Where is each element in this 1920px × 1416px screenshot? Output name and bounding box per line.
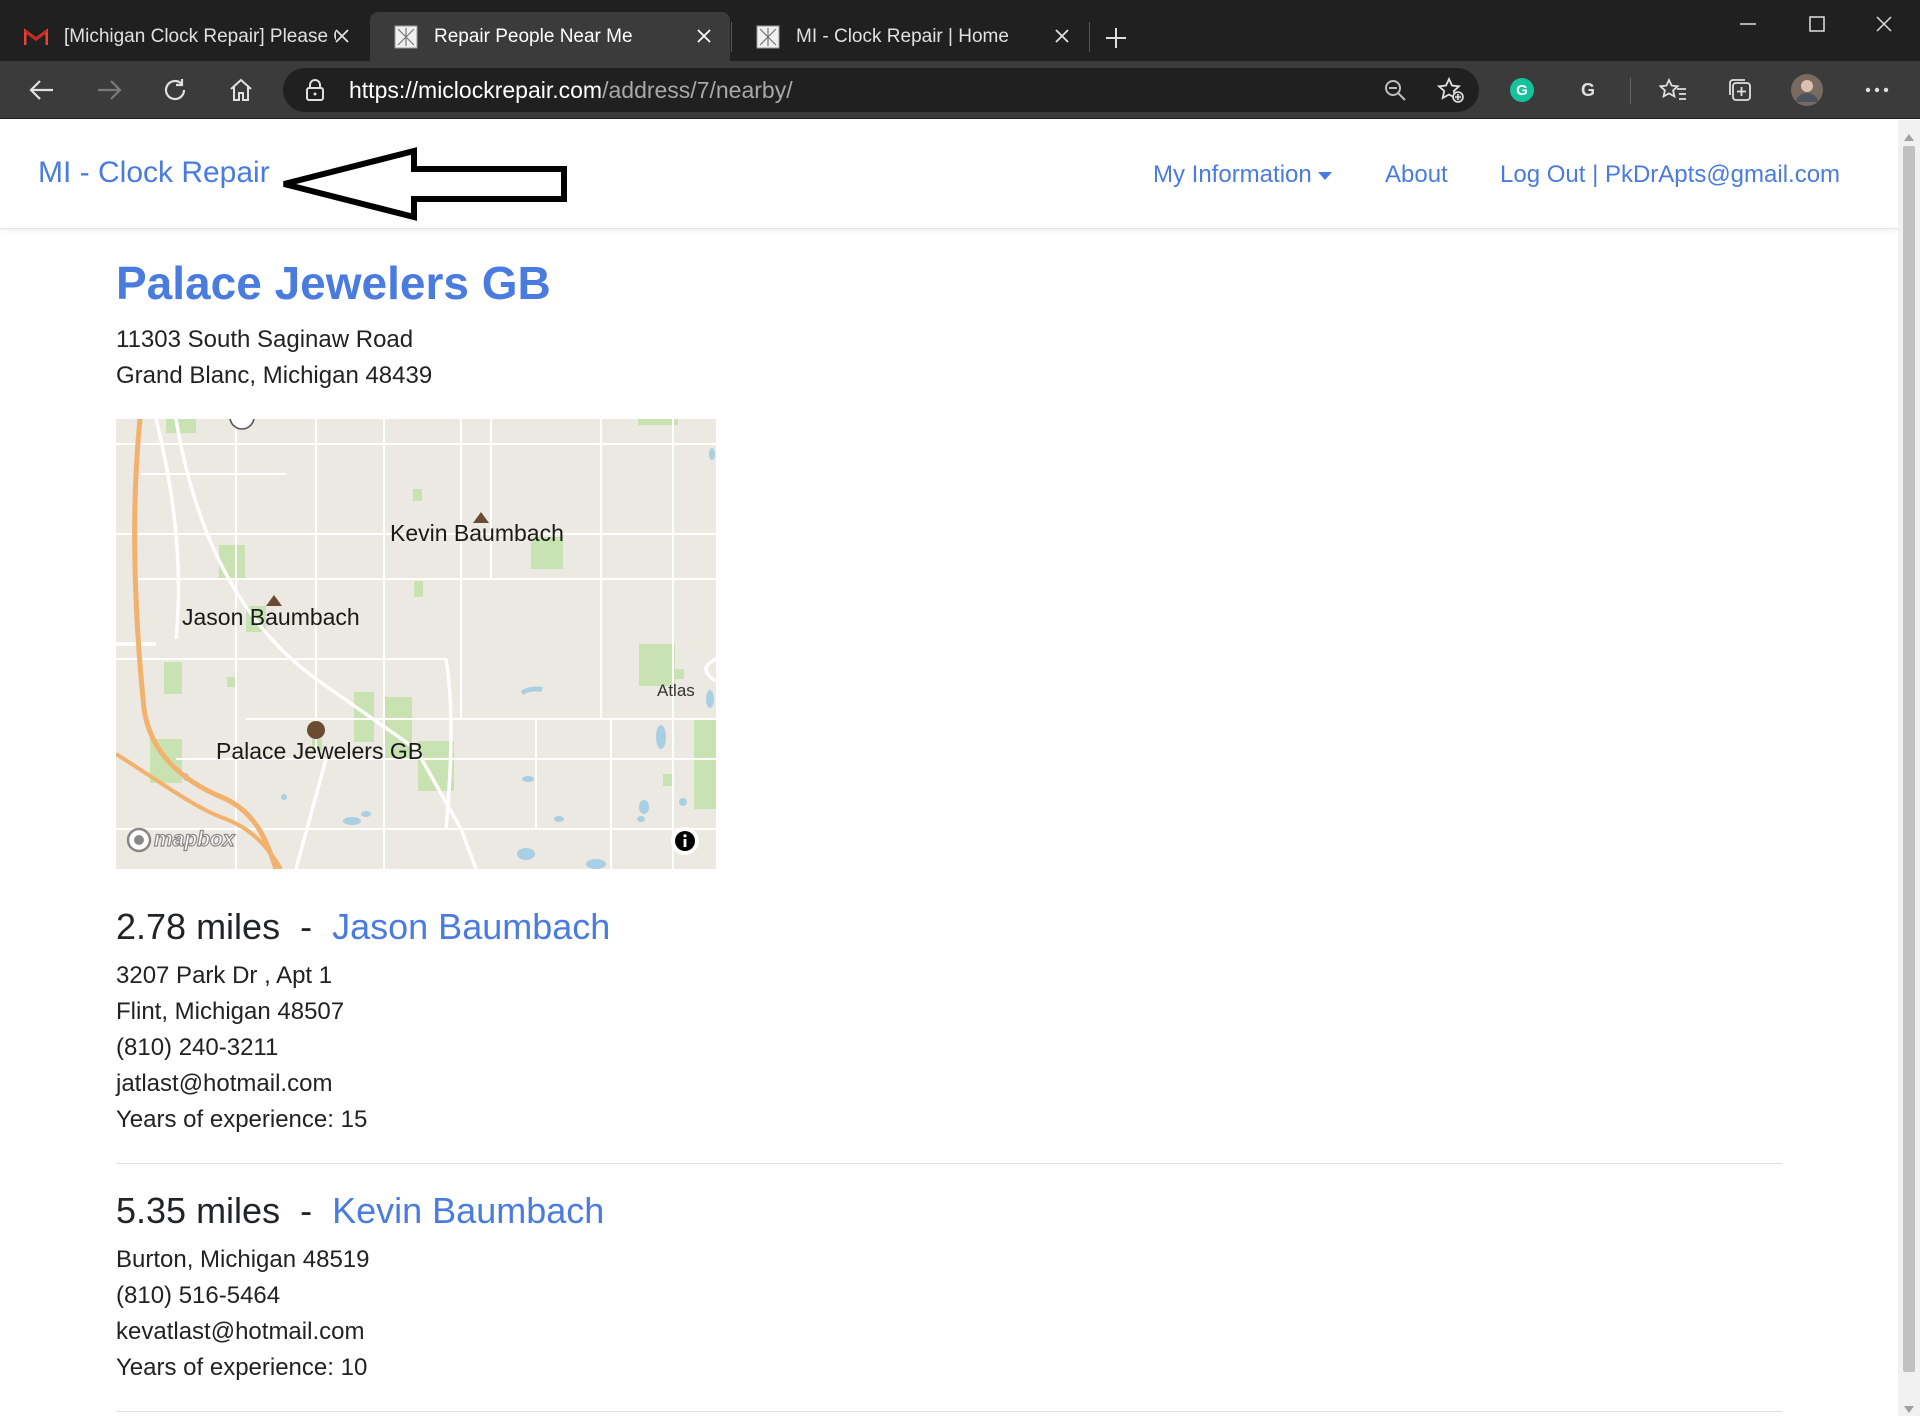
- close-tab-icon[interactable]: [328, 22, 356, 50]
- svg-text:G: G: [1581, 80, 1595, 100]
- tab-repair-people[interactable]: Repair People Near Me: [370, 12, 730, 61]
- result-city-line: Burton, Michigan 48519: [116, 1246, 370, 1273]
- result-phone: (810) 240-3211: [116, 1034, 279, 1061]
- scroll-up-icon[interactable]: [1904, 128, 1914, 146]
- forward-button[interactable]: [89, 70, 129, 110]
- add-favorite-icon[interactable]: [1436, 76, 1465, 109]
- back-button[interactable]: [22, 70, 62, 110]
- caret-down-icon: [1317, 171, 1332, 180]
- new-tab-button[interactable]: [1098, 20, 1134, 56]
- mapbox-logo[interactable]: mapbox: [126, 827, 235, 853]
- arrow-annotation-icon: [283, 147, 567, 221]
- repair-person-link[interactable]: Kevin Baumbach: [332, 1190, 604, 1231]
- my-information-label: My Information: [1153, 161, 1312, 188]
- result-phone: (810) 516-5464: [116, 1282, 281, 1309]
- shop-street: 11303 South Saginaw Road: [116, 326, 414, 353]
- toolbar-separator: [1630, 78, 1631, 104]
- result-email: kevatlast@hotmail.com: [116, 1318, 365, 1345]
- info-button[interactable]: [671, 827, 699, 855]
- result-heading: 2.78 miles - Jason Baumbach: [116, 906, 610, 948]
- map-label-kevin[interactable]: Kevin Baumbach: [390, 520, 564, 547]
- grammarly-icon[interactable]: G: [1502, 70, 1542, 110]
- result-distance: 5.35 miles: [116, 1190, 281, 1231]
- tab-title: MI - Clock Repair | Home: [796, 25, 1009, 47]
- map-label-jason[interactable]: Jason Baumbach: [182, 604, 360, 631]
- profile-avatar[interactable]: [1787, 70, 1827, 110]
- close-window-button[interactable]: [1864, 8, 1904, 40]
- page-scrollbar[interactable]: [1898, 120, 1920, 1416]
- divider: [116, 1411, 1782, 1412]
- collections-icon[interactable]: [1720, 70, 1760, 110]
- result-distance: 2.78 miles: [116, 906, 281, 947]
- close-tab-icon[interactable]: [690, 22, 718, 50]
- svg-text:G: G: [1516, 82, 1528, 99]
- zoom-out-icon[interactable]: [1383, 78, 1407, 107]
- browser-tab-bar: [Michigan Clock Repair] Please C Repair …: [0, 0, 1920, 61]
- minimize-button[interactable]: [1728, 8, 1768, 40]
- gmail-icon: [24, 25, 48, 49]
- tab-separator: [1089, 22, 1090, 52]
- brand-link[interactable]: MI - Clock Repair: [38, 156, 270, 190]
- tab-title: [Michigan Clock Repair] Please C: [64, 25, 336, 47]
- map-label-atlas: Atlas: [657, 681, 695, 700]
- my-information-dropdown[interactable]: My Information: [1153, 161, 1332, 189]
- site-icon: [394, 25, 418, 49]
- info-icon: [675, 831, 695, 851]
- more-icon[interactable]: [1857, 70, 1897, 110]
- url-host: https://miclockrepair.com: [349, 77, 603, 103]
- tab-gmail[interactable]: [Michigan Clock Repair] Please C: [0, 12, 368, 61]
- refresh-button[interactable]: [155, 70, 195, 110]
- address-bar[interactable]: https://miclockrepair.com/address/7/near…: [283, 68, 1479, 112]
- tab-title: Repair People Near Me: [434, 25, 633, 47]
- result-city-line: Flint, Michigan 48507: [116, 998, 345, 1025]
- mapbox-wordmark: mapbox: [153, 827, 235, 851]
- map-base-layer: [116, 419, 716, 869]
- divider: [116, 1163, 1782, 1164]
- extension-g-icon[interactable]: G: [1568, 70, 1608, 110]
- result-email: jatlast@hotmail.com: [116, 1070, 333, 1097]
- url-text[interactable]: https://miclockrepair.com/address/7/near…: [349, 77, 793, 104]
- site-icon: [756, 25, 780, 49]
- result-experience: Years of experience: 10: [116, 1354, 368, 1381]
- site-navbar: MI - Clock Repair My Information About L…: [0, 120, 1898, 229]
- mapbox-icon: [126, 827, 152, 853]
- scrollbar-thumb[interactable]: [1903, 146, 1915, 1372]
- home-button[interactable]: [221, 70, 261, 110]
- result-experience: Years of experience: 15: [116, 1106, 368, 1133]
- scroll-down-icon[interactable]: [1904, 1400, 1914, 1416]
- map-label-palace[interactable]: Palace Jewelers GB: [216, 738, 423, 765]
- nearby-map[interactable]: Kevin Baumbach Jason Baumbach Palace Jew…: [116, 419, 716, 869]
- result-separator: -: [290, 1190, 323, 1231]
- repair-person-link[interactable]: Jason Baumbach: [332, 906, 610, 947]
- logout-link[interactable]: Log Out | PkDrApts@gmail.com: [1500, 161, 1840, 189]
- result-street: 3207 Park Dr , Apt 1: [116, 962, 333, 989]
- shop-city-line: Grand Blanc, Michigan 48439: [116, 362, 433, 389]
- page-viewport: MI - Clock Repair My Information About L…: [0, 120, 1898, 1416]
- shop-name: Palace Jewelers GB: [116, 257, 551, 309]
- browser-toolbar: https://miclockrepair.com/address/7/near…: [0, 61, 1920, 119]
- lock-icon[interactable]: [305, 78, 325, 107]
- tab-home[interactable]: MI - Clock Repair | Home: [732, 12, 1088, 61]
- result-separator: -: [290, 906, 323, 947]
- result-heading: 5.35 miles - Kevin Baumbach: [116, 1190, 604, 1232]
- url-path: /address/7/nearby/: [602, 77, 793, 103]
- maximize-button[interactable]: [1797, 8, 1837, 40]
- about-link[interactable]: About: [1385, 161, 1448, 189]
- close-tab-icon[interactable]: [1048, 22, 1076, 50]
- favorites-icon[interactable]: [1653, 70, 1693, 110]
